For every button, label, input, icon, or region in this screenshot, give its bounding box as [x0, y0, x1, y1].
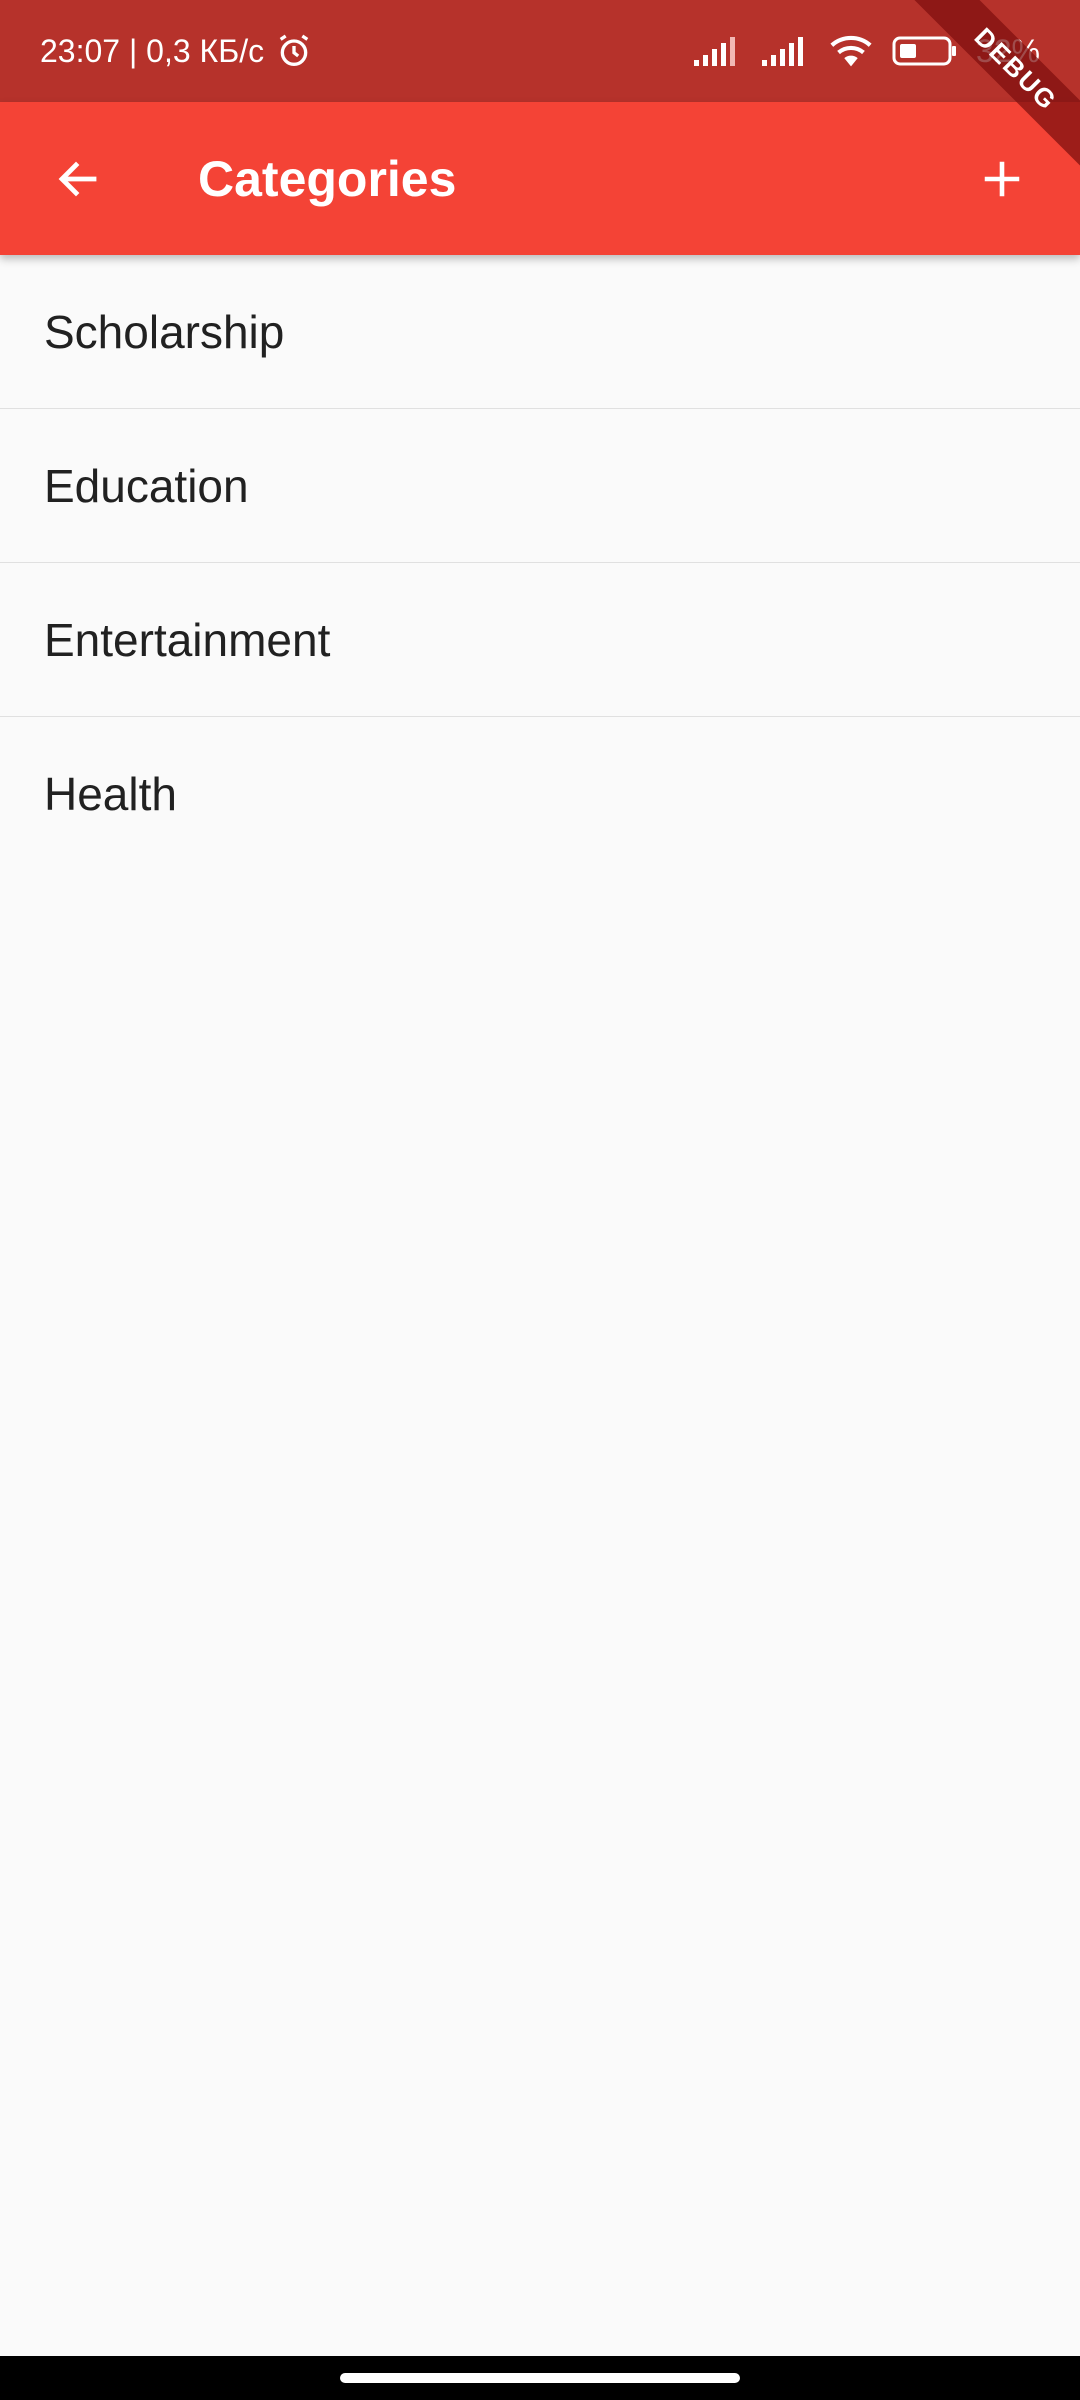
battery-icon: [892, 34, 958, 68]
category-item[interactable]: Education: [0, 409, 1080, 563]
signal-icon: [760, 34, 810, 68]
category-item[interactable]: Health: [0, 717, 1080, 871]
app-bar: Categories: [0, 102, 1080, 255]
category-label: Entertainment: [44, 613, 331, 666]
home-indicator[interactable]: [340, 2373, 740, 2383]
alarm-icon: [274, 31, 314, 71]
page-title: Categories: [198, 150, 457, 207]
plus-icon: [979, 156, 1025, 202]
category-list: Scholarship Education Entertainment Heal…: [0, 255, 1080, 871]
category-label: Education: [44, 459, 249, 512]
category-label: Health: [44, 768, 177, 820]
navigation-bar: [0, 2356, 1080, 2400]
category-item[interactable]: Entertainment: [0, 563, 1080, 717]
add-category-button[interactable]: [954, 131, 1050, 227]
back-button[interactable]: [30, 131, 126, 227]
arrow-left-icon: [54, 155, 102, 203]
status-right: 32%: [692, 33, 1040, 70]
status-left: 23:07 | 0,3 КБ/с: [40, 31, 314, 71]
wifi-icon: [828, 33, 874, 69]
category-item[interactable]: Scholarship: [0, 255, 1080, 409]
status-bar: 23:07 | 0,3 КБ/с 32%: [0, 0, 1080, 102]
status-time-speed: 23:07 | 0,3 КБ/с: [40, 32, 265, 69]
battery-percent: 32%: [975, 32, 1040, 69]
signal-icon: [692, 34, 742, 68]
category-label: Scholarship: [44, 305, 285, 358]
